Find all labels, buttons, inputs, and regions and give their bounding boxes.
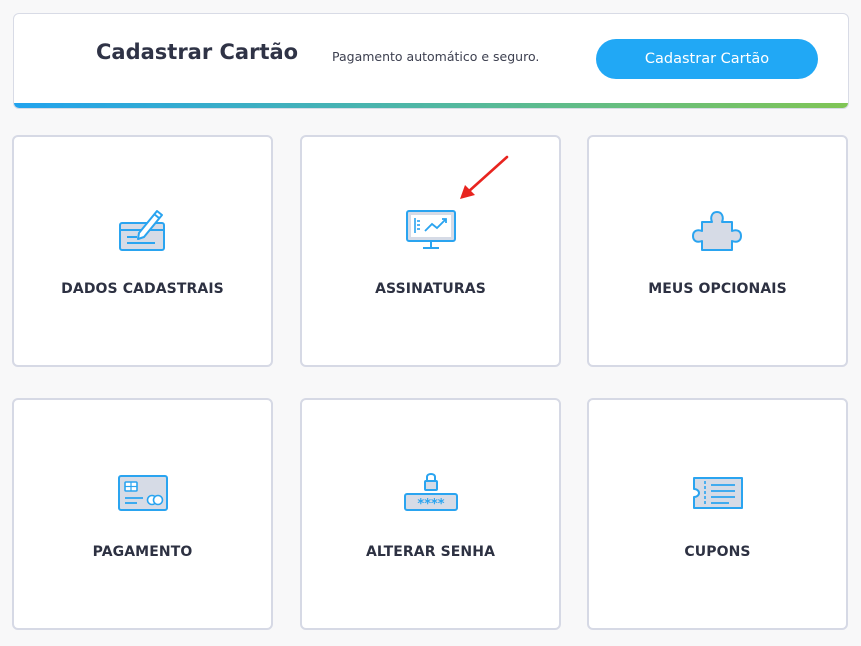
card-label: DADOS CADASTRAIS xyxy=(61,281,224,297)
banner-gradient-stripe xyxy=(14,103,848,108)
monitor-chart-icon xyxy=(401,203,461,257)
password-lock-icon: **** xyxy=(401,466,461,520)
banner-title: Cadastrar Cartão xyxy=(96,40,299,64)
card-assinaturas[interactable]: ASSINATURAS xyxy=(300,135,561,367)
card-label: PAGAMENTO xyxy=(92,544,193,560)
register-card-button[interactable]: Cadastrar Cartão xyxy=(596,39,818,79)
card-label: CUPONS xyxy=(684,544,751,560)
card-label: MEUS OPCIONAIS xyxy=(648,281,787,297)
card-cupons[interactable]: CUPONS xyxy=(587,398,848,630)
card-alterar-senha[interactable]: **** ALTERAR SENHA xyxy=(300,398,561,630)
card-pagamento[interactable]: PAGAMENTO xyxy=(12,398,273,630)
card-label: ALTERAR SENHA xyxy=(365,544,496,560)
banner-subtitle: Pagamento automático e seguro. xyxy=(332,49,540,64)
form-pencil-icon xyxy=(113,203,173,257)
annotation-arrow-icon xyxy=(460,155,509,199)
card-meus-opcionais[interactable]: MEUS OPCIONAIS xyxy=(587,135,848,367)
card-label: ASSINATURAS xyxy=(375,281,486,297)
credit-card-icon xyxy=(113,466,173,520)
svg-text:****: **** xyxy=(417,497,444,512)
puzzle-piece-icon xyxy=(688,203,748,257)
register-card-banner: Cadastrar Cartão Pagamento automático e … xyxy=(13,13,849,109)
coupon-ticket-icon xyxy=(688,466,748,520)
card-dados-cadastrais[interactable]: DADOS CADASTRAIS xyxy=(12,135,273,367)
